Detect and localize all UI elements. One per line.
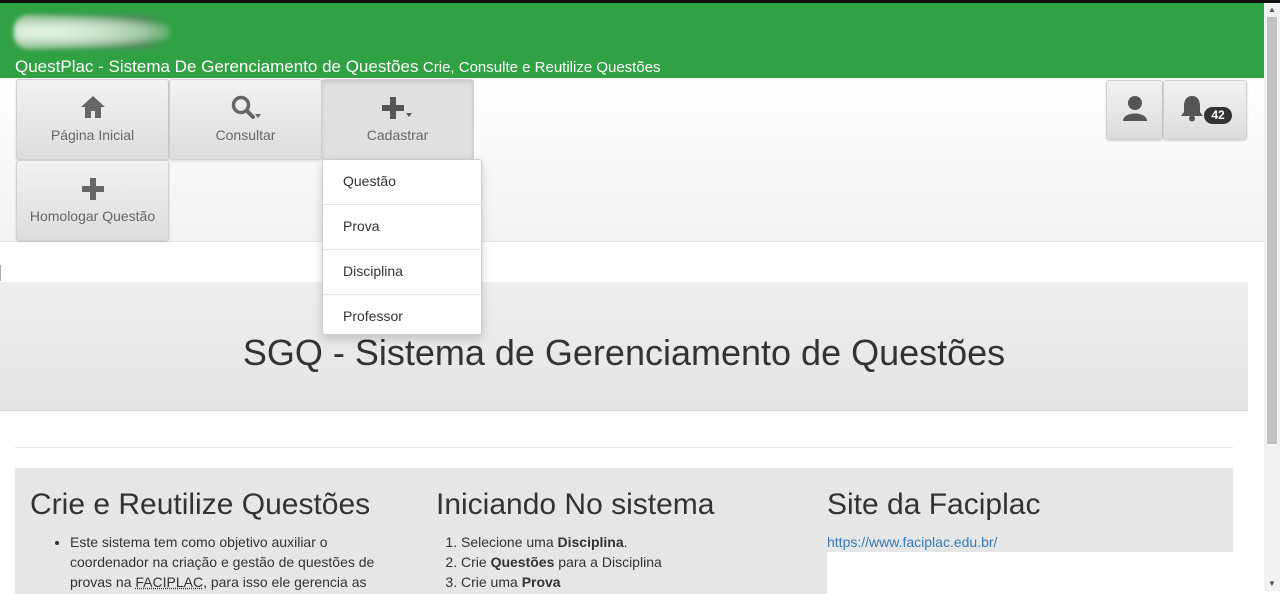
register-button[interactable]: Cadastrar xyxy=(321,79,474,160)
brand[interactable]: QuestPlac - Sistema De Gerenciamento de … xyxy=(15,57,661,77)
home-label: Página Inicial xyxy=(17,127,168,143)
menu-item-exam[interactable]: Prova xyxy=(323,205,481,250)
search-button[interactable]: Consultar xyxy=(169,79,322,160)
create-section-list: Este sistema tem como objetivo auxiliar … xyxy=(30,532,410,592)
notifications-button[interactable]: 42 xyxy=(1163,80,1247,140)
notification-count-badge: 42 xyxy=(1204,107,1232,124)
step-bold: Questões xyxy=(491,554,555,570)
menu-item-question[interactable]: Questão xyxy=(323,160,481,205)
app-tagline: Crie, Consulte e Reutilize Questões xyxy=(423,59,661,76)
list-item: Selecione uma Disciplina. xyxy=(461,532,816,552)
register-dropdown-menu: Questão Prova Disciplina Professor xyxy=(322,159,482,335)
home-icon xyxy=(17,94,168,122)
menu-item-professor[interactable]: Professor xyxy=(323,295,481,340)
step-text: Crie xyxy=(461,554,491,570)
site-section: Site da Faciplac https://www.faciplac.ed… xyxy=(827,468,1233,594)
scrollbar-thumb[interactable] xyxy=(1267,17,1277,444)
list-item: Este sistema tem como objetivo auxiliar … xyxy=(70,532,410,592)
register-label: Cadastrar xyxy=(322,127,473,143)
search-icon xyxy=(170,94,321,122)
plus-icon xyxy=(17,175,168,203)
approve-question-button[interactable]: Homologar Questão xyxy=(16,160,169,241)
list-item: Crie Questões para a Disciplina xyxy=(461,552,816,572)
divider xyxy=(15,447,1233,448)
logo xyxy=(14,15,170,49)
step-bold: Prova xyxy=(522,574,561,590)
step-text: Selecione uma xyxy=(461,534,558,550)
menu-item-subject[interactable]: Disciplina xyxy=(323,250,481,295)
scroll-up-arrow-icon[interactable]: ▲ xyxy=(1264,3,1280,17)
approve-question-label: Homologar Questão xyxy=(17,208,168,224)
faciplac-abbr: FACIPLAC xyxy=(135,574,203,590)
divider xyxy=(0,265,1,281)
app-header: QuestPlac - Sistema De Gerenciamento de … xyxy=(0,3,1264,78)
site-section-title: Site da Faciplac xyxy=(827,488,1040,522)
start-section-title: Iniciando No sistema xyxy=(436,488,714,522)
info-panel: Crie e Reutilize Questões Este sistema t… xyxy=(15,468,1233,594)
navbar: Página Inicial Consultar Cadastrar Homol… xyxy=(0,78,1264,242)
jumbotron: SGQ - Sistema de Gerenciamento de Questõ… xyxy=(0,282,1248,411)
page-title: SGQ - Sistema de Gerenciamento de Questõ… xyxy=(0,332,1248,374)
user-icon xyxy=(1122,95,1148,128)
step-text: . xyxy=(624,534,628,550)
plus-icon xyxy=(322,94,473,122)
step-text: para a Disciplina xyxy=(554,554,661,570)
home-button[interactable]: Página Inicial xyxy=(16,79,169,160)
step-text: Crie uma xyxy=(461,574,522,590)
start-steps-list: Selecione uma Disciplina. Crie Questões … xyxy=(436,532,816,592)
list-item: Crie uma Prova xyxy=(461,572,816,592)
faciplac-site-link[interactable]: https://www.faciplac.edu.br/ xyxy=(827,534,997,550)
vertical-scrollbar[interactable]: ▲ ▼ xyxy=(1264,3,1280,591)
step-bold: Disciplina xyxy=(558,534,624,550)
create-section-title: Crie e Reutilize Questões xyxy=(30,488,370,522)
search-label: Consultar xyxy=(170,127,321,143)
site-section-body xyxy=(827,552,1233,594)
user-button[interactable] xyxy=(1106,80,1163,140)
scroll-down-arrow-icon[interactable]: ▼ xyxy=(1264,577,1280,591)
bell-icon xyxy=(1180,94,1204,127)
list-item-text: , para isso ele gerencia as xyxy=(203,574,366,590)
app-name: QuestPlac - Sistema De Gerenciamento de … xyxy=(15,57,418,76)
